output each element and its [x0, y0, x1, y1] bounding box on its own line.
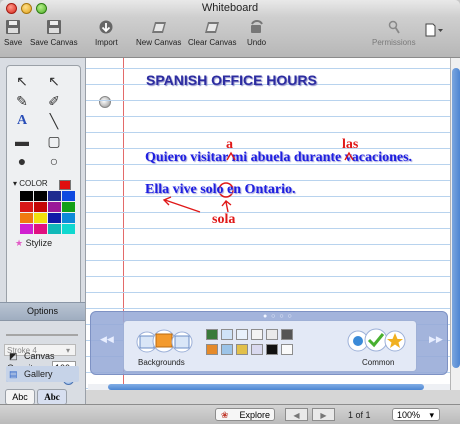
zoom-select[interactable]: 100% ▾: [392, 408, 440, 421]
arrow-left-mark: [162, 196, 201, 213]
zoom-value: 100%: [397, 410, 421, 420]
background-thumb[interactable]: [236, 329, 248, 340]
page-indicator: 1 of 1: [348, 410, 371, 420]
background-thumb[interactable]: [236, 344, 248, 355]
background-thumb[interactable]: [251, 329, 263, 340]
page-dots: ● ○ ○ ○: [263, 313, 293, 320]
media-next-icon[interactable]: ▶▶: [429, 334, 443, 345]
caret-mark-las: [344, 151, 354, 161]
common-category-icon[interactable]: [346, 327, 408, 353]
horizontal-scroll-thumb[interactable]: [108, 384, 424, 390]
status-bar: ❀ Explore ◀ ▶ 1 of 1 100% ▾: [0, 404, 460, 424]
background-thumb[interactable]: [266, 329, 278, 340]
background-thumb[interactable]: [281, 329, 293, 340]
background-thumb[interactable]: [206, 344, 218, 355]
background-thumb[interactable]: [221, 329, 233, 340]
backgrounds-label: Backgrounds: [138, 358, 185, 367]
caret-mark-a: [226, 151, 236, 161]
media-prev-icon[interactable]: ◀◀: [100, 334, 114, 345]
background-thumb[interactable]: [281, 344, 293, 355]
correction-sola: sola: [212, 212, 236, 227]
whiteboard-window: Whiteboard Save Save Canvas Import New C…: [0, 0, 460, 424]
chevron-down-icon: ▾: [429, 410, 434, 420]
explore-button[interactable]: ❀ Explore: [215, 408, 275, 421]
media-browser: ● ○ ○ ○ ◀◀ ▶▶ Backgrounds Common: [90, 311, 448, 375]
next-page-button[interactable]: ▶: [312, 408, 335, 421]
common-label: Common: [362, 358, 395, 367]
media-strip: Backgrounds Common: [123, 320, 417, 372]
explore-label: Explore: [239, 410, 270, 420]
explore-icon: ❀: [221, 410, 229, 420]
sentence-2: Ella vive solo en Ontario.: [145, 182, 296, 197]
background-thumb[interactable]: [206, 329, 218, 340]
backgrounds-category-icon[interactable]: [134, 327, 194, 353]
background-thumb[interactable]: [251, 344, 263, 355]
background-thumb[interactable]: [221, 344, 233, 355]
background-thumb[interactable]: [266, 344, 278, 355]
previous-page-button[interactable]: ◀: [285, 408, 308, 421]
arrow-up-mark: [221, 200, 232, 213]
